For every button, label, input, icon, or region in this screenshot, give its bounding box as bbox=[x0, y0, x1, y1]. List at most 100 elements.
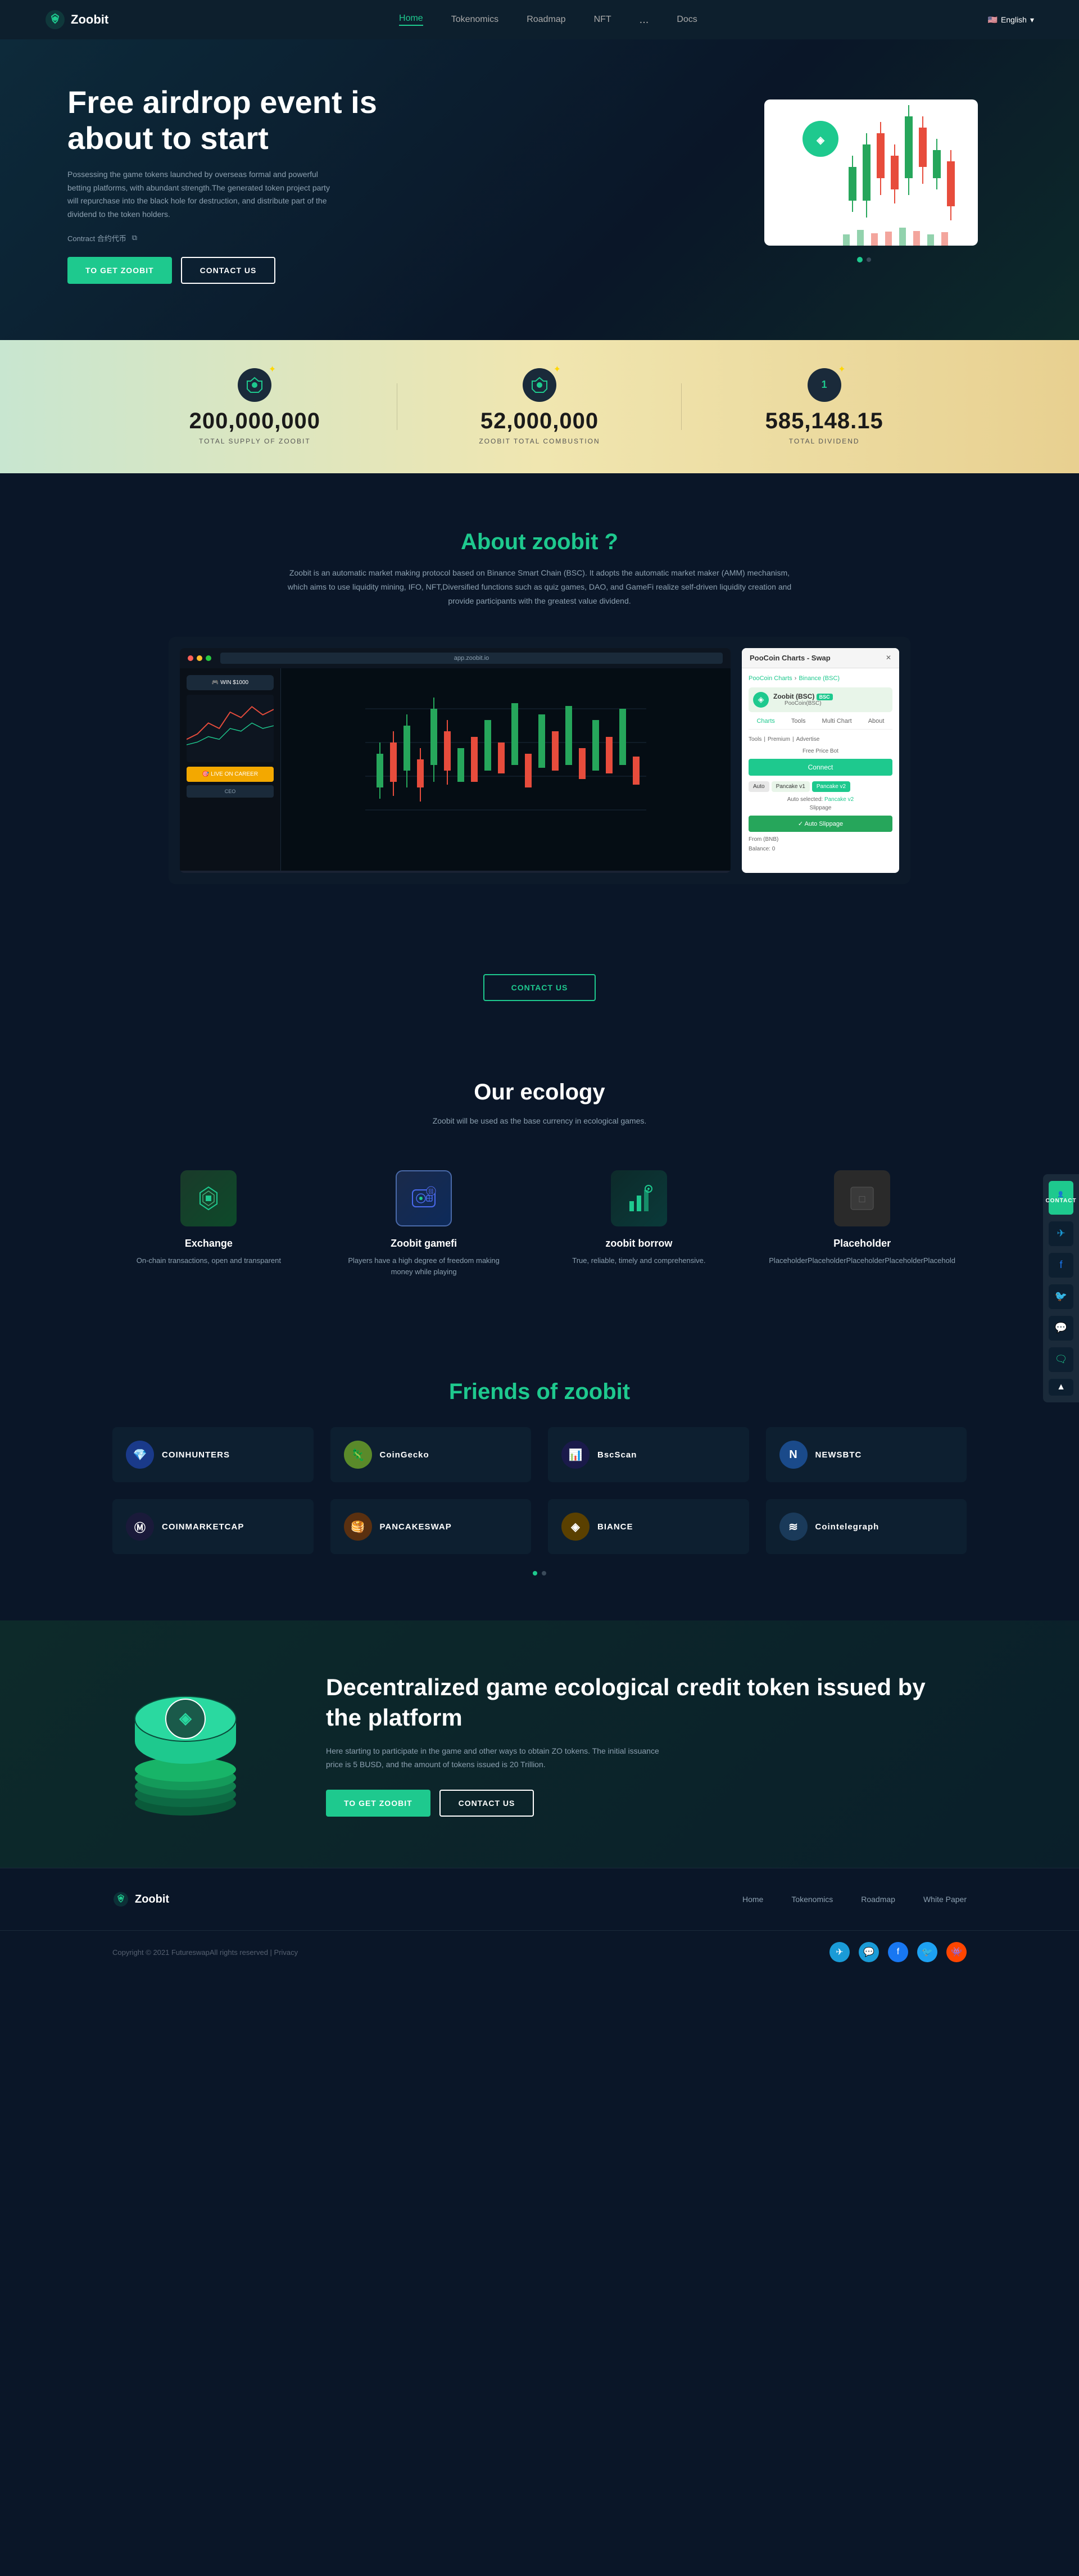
contact-us-button[interactable]: CONTACT US bbox=[483, 974, 596, 1001]
partner-coinhunters: 💎 COINHUNTERS bbox=[112, 1427, 314, 1482]
dot-green bbox=[206, 655, 211, 661]
friends-title-highlight: zoobit bbox=[564, 1379, 630, 1404]
copy-icon[interactable]: ⧉ bbox=[132, 233, 137, 242]
stat-total-supply: 200,000,000 TOTAL SUPPLY OF ZOOBIT bbox=[112, 368, 397, 445]
nav-tokenomics[interactable]: Tokenomics bbox=[451, 15, 498, 25]
token-icon: ◈ bbox=[753, 692, 769, 708]
stat-number-combustion: 52,000,000 bbox=[397, 409, 682, 434]
float-scroll-up-button[interactable]: ▲ bbox=[1049, 1379, 1073, 1396]
about-section: About zoobit ? Zoobit is an automatic ma… bbox=[0, 473, 1079, 940]
footer-main: Zoobit Home Tokenomics Roadmap White Pap… bbox=[0, 1868, 1079, 1930]
tools-link[interactable]: Tools bbox=[791, 718, 806, 725]
screen-main: app.zoobit.io 🎮 WIN $1000 🎯 LIVE ON CARE… bbox=[180, 648, 731, 873]
partner-coinmarketcap: Ⓜ COINMARKETCAP bbox=[112, 1499, 314, 1554]
friends-section: Friends of zoobit 💎 COINHUNTERS 🦎 CoinGe… bbox=[0, 1334, 1079, 1620]
svg-text:□: □ bbox=[859, 1193, 865, 1205]
nav-docs[interactable]: Docs bbox=[677, 15, 697, 25]
cointelegraph-name: Cointelegraph bbox=[815, 1522, 879, 1532]
twitter-icon: 🐦 bbox=[1055, 1291, 1067, 1302]
contact-us-center: CONTACT US bbox=[0, 940, 1079, 1035]
hero-candlestick-chart: ◈ bbox=[731, 94, 1000, 274]
ecology-card-exchange: Exchange On-chain transactions, open and… bbox=[112, 1159, 305, 1290]
partner-pancakeswap: 🥞 PANCAKESWAP bbox=[330, 1499, 532, 1554]
stat-icon-combustion bbox=[523, 368, 556, 402]
float-contact-button[interactable]: 👤 CONTACT bbox=[1049, 1181, 1073, 1215]
cta-contact-button[interactable]: CONTACT US bbox=[439, 1790, 534, 1817]
swap-breadcrumb: PooCoin Charts › Binance (BSC) bbox=[749, 675, 892, 682]
charts-link[interactable]: Charts bbox=[756, 718, 774, 725]
slippage-row: Auto Pancake v1 Pancake v2 bbox=[749, 781, 892, 792]
footer-link-tokenomics[interactable]: Tokenomics bbox=[791, 1895, 833, 1904]
footer-link-home[interactable]: Home bbox=[742, 1895, 763, 1904]
stat-icon-dividend: 1 bbox=[808, 368, 841, 402]
get-zoobit-button[interactable]: TO GET ZOOBIT bbox=[67, 257, 172, 284]
partner-cointelegraph: ≋ Cointelegraph bbox=[766, 1499, 967, 1554]
hero-content: Free airdrop event is about to start Pos… bbox=[67, 84, 405, 284]
connect-button[interactable]: Connect bbox=[749, 759, 892, 776]
dot-1[interactable] bbox=[533, 1571, 537, 1576]
url-bar: app.zoobit.io bbox=[220, 653, 723, 664]
footer-link-whitepaper[interactable]: White Paper bbox=[923, 1895, 967, 1904]
coinmarketcap-logo: Ⓜ bbox=[126, 1513, 154, 1541]
float-discord-button[interactable]: 💬 bbox=[1049, 1316, 1073, 1341]
swap-title: PooCoin Charts - Swap bbox=[750, 654, 831, 662]
cta-title: Decentralized game ecological credit tok… bbox=[326, 1672, 967, 1733]
social-telegram[interactable]: ✈ bbox=[829, 1942, 850, 1962]
nav-more[interactable]: ... bbox=[640, 13, 649, 26]
float-chat-button[interactable]: 🗨 bbox=[1049, 1347, 1073, 1372]
nav-home[interactable]: Home bbox=[399, 13, 423, 26]
swap-nav: Charts Tools Multi Chart About bbox=[749, 718, 892, 730]
logo[interactable]: Zoobit bbox=[45, 10, 108, 30]
exchange-desc: On-chain transactions, open and transpar… bbox=[124, 1255, 294, 1267]
chevron-down-icon: ▾ bbox=[1030, 15, 1034, 25]
dot-2[interactable] bbox=[542, 1571, 546, 1576]
cta-get-button[interactable]: TO GET ZOOBIT bbox=[326, 1790, 430, 1817]
nav-nft[interactable]: NFT bbox=[594, 15, 611, 25]
coingecko-name: CoinGecko bbox=[380, 1450, 429, 1460]
advertise-link[interactable]: Advertise bbox=[796, 736, 820, 743]
poocoin-link: PooCoin Charts bbox=[749, 675, 792, 682]
pancake-v2-selected: Pancake v2 bbox=[824, 796, 854, 803]
float-telegram-button[interactable]: ✈ bbox=[1049, 1221, 1073, 1246]
coin-visual: ◈ bbox=[112, 1665, 259, 1823]
ecology-card-gamefi: ⛓ Zoobit gamefi Players have a high degr… bbox=[328, 1159, 520, 1290]
hero-chart: ◈ bbox=[731, 94, 1012, 274]
from-row: From (BNB) bbox=[749, 836, 892, 843]
float-facebook-button[interactable]: f bbox=[1049, 1253, 1073, 1278]
about-title-suffix: ? bbox=[605, 529, 618, 554]
tools-sub[interactable]: Tools bbox=[749, 736, 761, 743]
from-label: From (BNB) bbox=[749, 836, 778, 843]
about-title-highlight: zoobit bbox=[532, 529, 599, 554]
premium-link[interactable]: Premium bbox=[768, 736, 790, 743]
pancake-v1[interactable]: Pancake v1 bbox=[772, 781, 810, 792]
social-twitter[interactable]: 🐦 bbox=[917, 1942, 937, 1962]
auto-slippage-btn[interactable]: ✓ Auto Slippage bbox=[749, 816, 892, 832]
pancake-v2[interactable]: Pancake v2 bbox=[812, 781, 850, 792]
footer-links: Home Tokenomics Roadmap White Paper bbox=[742, 1895, 967, 1904]
about-link[interactable]: About bbox=[868, 718, 885, 725]
stat-icon-supply bbox=[238, 368, 271, 402]
social-discord[interactable]: 💬 bbox=[859, 1942, 879, 1962]
contact-us-hero-button[interactable]: CONTACT US bbox=[181, 257, 276, 284]
float-twitter-button[interactable]: 🐦 bbox=[1049, 1284, 1073, 1309]
stat-number-supply: 200,000,000 bbox=[112, 409, 397, 434]
token-address: PooCoin(BSC) bbox=[773, 700, 833, 707]
ecology-card-borrow: zoobit borrow True, reliable, timely and… bbox=[543, 1159, 736, 1290]
language-selector[interactable]: 🇺🇸 English ▾ bbox=[988, 15, 1034, 25]
nav-roadmap[interactable]: Roadmap bbox=[527, 15, 565, 25]
footer-link-roadmap[interactable]: Roadmap bbox=[861, 1895, 895, 1904]
social-reddit[interactable]: 👾 bbox=[946, 1942, 967, 1962]
footer-socials: ✈ 💬 f 🐦 👾 bbox=[829, 1942, 967, 1962]
coingecko-logo: 🦎 bbox=[344, 1441, 372, 1469]
multichart-link[interactable]: Multi Chart bbox=[822, 718, 852, 725]
swap-header: PooCoin Charts - Swap ✕ bbox=[742, 648, 899, 668]
footer-bottom: Copyright © 2021 FutureswapAll rights re… bbox=[0, 1930, 1079, 1973]
sep2: | bbox=[764, 736, 765, 743]
promo-banner: 🎯 LIVE ON CAREER bbox=[187, 767, 274, 782]
chart-mini bbox=[187, 695, 274, 762]
swap-close[interactable]: ✕ bbox=[886, 654, 891, 662]
auto-btn[interactable]: Auto bbox=[749, 781, 769, 792]
ecology-card-placeholder: □ Placeholder PlaceholderPlaceholderPlac… bbox=[758, 1159, 967, 1290]
social-facebook[interactable]: f bbox=[888, 1942, 908, 1962]
stat-number-dividend: 585,148.15 bbox=[682, 409, 967, 434]
